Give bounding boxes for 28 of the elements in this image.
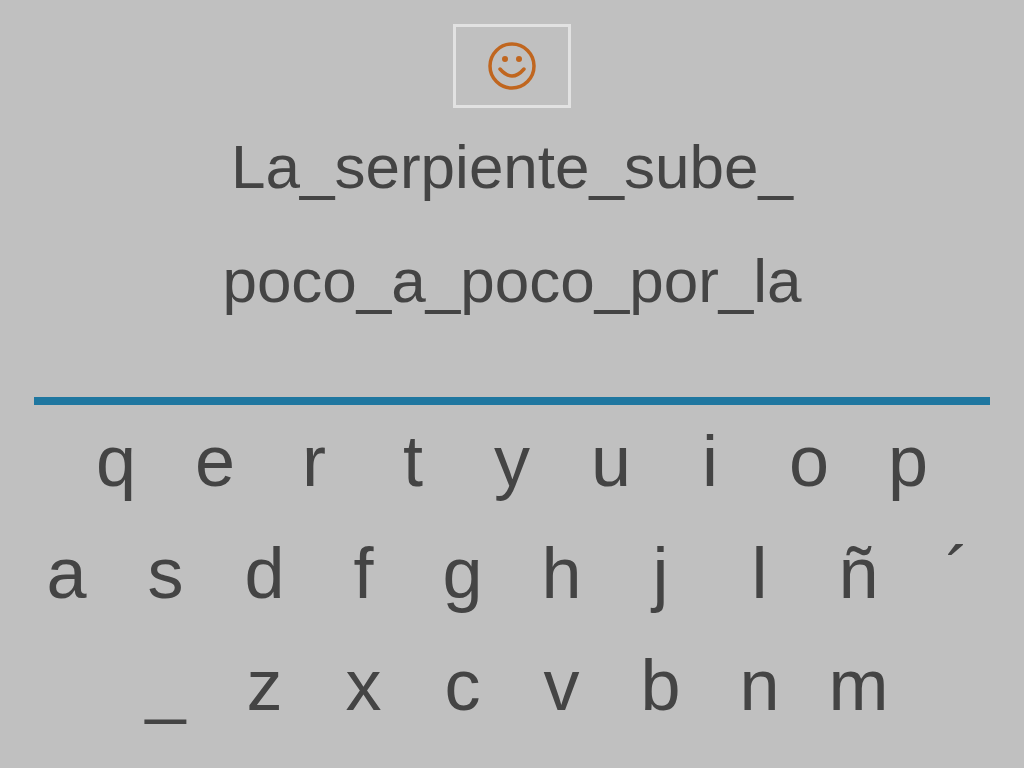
letter-key[interactable]: o [759, 419, 859, 503]
letter-key[interactable]: ´ [908, 531, 1007, 615]
letter-key[interactable]: p [858, 419, 958, 503]
letter-key[interactable]: d [215, 531, 314, 615]
letter-key[interactable]: j [611, 531, 710, 615]
letter-key[interactable]: l [710, 531, 809, 615]
letter-key[interactable]: g [413, 531, 512, 615]
letter-key[interactable]: c [413, 643, 512, 727]
letter-key[interactable]: t [363, 419, 463, 503]
letter-key[interactable]: x [314, 643, 413, 727]
letter-key[interactable]: r [264, 419, 364, 503]
letter-key[interactable]: b [611, 643, 710, 727]
letter-key[interactable]: e [165, 419, 265, 503]
letter-key[interactable]: u [561, 419, 661, 503]
letter-key[interactable]: ñ [809, 531, 908, 615]
letter-key[interactable]: f [314, 531, 413, 615]
letter-key[interactable]: i [660, 419, 760, 503]
letter-key[interactable]: h [512, 531, 611, 615]
letter-key[interactable]: v [512, 643, 611, 727]
letter-key[interactable]: y [462, 419, 562, 503]
letter-key[interactable]: m [809, 643, 908, 727]
letter-key[interactable]: a [17, 531, 116, 615]
letter-key[interactable]: s [116, 531, 215, 615]
letter-key[interactable]: z [215, 643, 314, 727]
letter-key[interactable]: q [66, 419, 166, 503]
letter-key[interactable]: _ [116, 643, 215, 727]
letter-key[interactable]: n [710, 643, 809, 727]
smiley-icon [487, 41, 537, 91]
